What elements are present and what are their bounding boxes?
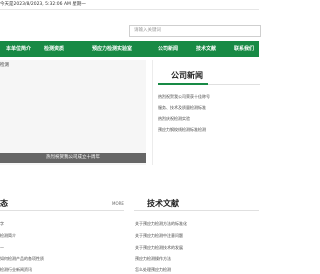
main-nav: 本单位简介 检测资质 预应力检测实验室 公司新闻 技术文献 联系我们 xyxy=(0,41,259,57)
banner-tag: 检测 xyxy=(0,63,9,68)
search-input[interactable]: 请输入关键词 xyxy=(129,25,261,37)
banner-caption[interactable]: 热烈祝贺我公司成立十周年 xyxy=(0,153,146,163)
tech-doc-item[interactable]: 关于预应力检测方法的标准化 xyxy=(135,221,187,227)
left-section-divider xyxy=(0,210,124,211)
news-title-accent xyxy=(158,83,208,85)
nav-item-about[interactable]: 本单位简介 xyxy=(6,41,31,57)
nav-item-contact[interactable]: 联系我们 xyxy=(234,41,254,57)
left-section-title: 态 xyxy=(0,199,8,208)
company-news-title: 公司新闻 xyxy=(171,71,203,80)
top-info-bar: 今天是2023/8/2023, 5:32:06 AM 星期一 xyxy=(0,0,259,9)
nav-item-qualification[interactable]: 检测资质 xyxy=(44,41,64,57)
more-link[interactable]: MORE xyxy=(112,201,124,206)
date-text: 今天是2023/8/2023, 5:32:06 AM 星期一 xyxy=(0,2,86,7)
tech-doc-item[interactable]: 怎么处理预应力检测 xyxy=(135,267,171,273)
search-placeholder: 请输入关键词 xyxy=(134,28,161,33)
left-list-item[interactable]: 如何检测产品的各项性质 xyxy=(0,256,44,262)
nav-item-news[interactable]: 公司新闻 xyxy=(158,41,178,57)
tech-doc-item[interactable]: 预应力检测操作方法 xyxy=(135,256,171,262)
nav-item-docs[interactable]: 技术文献 xyxy=(196,41,216,57)
left-list-item[interactable]: 检测行业新闻资讯 xyxy=(0,267,32,273)
news-item[interactable]: 预应力钢绞线检测标准检测 xyxy=(158,127,206,133)
left-list-item[interactable]: 字 xyxy=(0,221,4,227)
tech-doc-item[interactable]: 关于预应力检测中注意问题 xyxy=(135,233,183,239)
top-divider xyxy=(0,9,259,10)
tech-docs-title: 技术文献 xyxy=(147,199,179,208)
banner-image[interactable]: 检测 xyxy=(0,60,146,165)
news-item[interactable]: 服务、技术及质量检测标准 xyxy=(158,105,206,111)
news-item[interactable]: 热烈祝贺我公司荣获十佳称号 xyxy=(158,94,210,100)
nav-item-lab[interactable]: 预应力检测实验室 xyxy=(92,41,132,57)
left-list-item[interactable]: 检测简介 xyxy=(0,233,16,239)
company-news-panel: 公司新闻 热烈祝贺我公司荣获十佳称号 服务、技术及质量检测标准 热烈庆祝检测实验… xyxy=(152,60,260,165)
tech-doc-item[interactable]: 关于预应力检测技术的发展 xyxy=(135,245,183,251)
tech-docs-divider xyxy=(134,210,259,211)
left-list-item[interactable]: — xyxy=(0,245,4,250)
news-item[interactable]: 热烈庆祝检测实验 xyxy=(158,116,190,122)
